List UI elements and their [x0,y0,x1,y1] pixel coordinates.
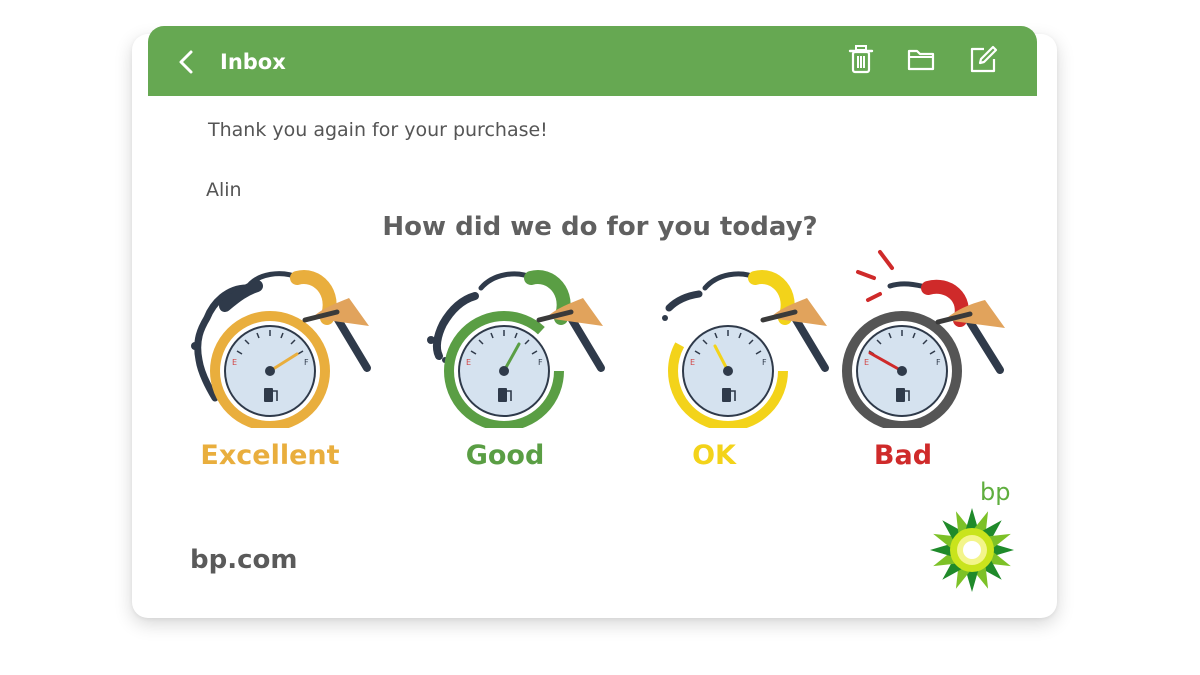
svg-text:F: F [538,358,543,367]
footer-url-link[interactable]: bp.com [190,545,297,575]
rating-label-good[interactable]: Good [405,440,605,471]
rating-label-ok[interactable]: OK [614,440,814,471]
page-title: Inbox [220,50,286,74]
trash-icon[interactable] [846,44,876,74]
svg-text:E: E [466,358,471,367]
svg-text:F: F [304,358,309,367]
ok-rating-gauge[interactable]: E F [645,248,845,428]
back-chevron-icon[interactable] [176,48,198,76]
compose-icon[interactable] [968,44,998,74]
survey-question: How did we do for you today? [382,212,818,242]
svg-text:E: E [232,358,237,367]
folder-icon[interactable] [906,44,936,74]
rating-label-excellent[interactable]: Excellent [170,440,370,471]
svg-text:E: E [864,358,869,367]
bad-rating-gauge[interactable]: E F [840,248,1040,428]
brand-wordmark: bp [980,478,1011,506]
signature-text: Alin [206,179,242,201]
logo-petal [965,508,979,529]
logo-petal [993,543,1014,557]
svg-text:F: F [936,358,941,367]
bp-helios-logo-icon [930,508,1014,592]
svg-text:F: F [762,358,767,367]
good-rating-gauge[interactable]: E F [421,248,621,428]
logo-petal [965,571,979,592]
svg-text:E: E [690,358,695,367]
thank-you-text: Thank you again for your purchase! [208,119,548,141]
rating-label-bad[interactable]: Bad [803,440,1003,471]
excellent-rating-gauge[interactable]: E F [187,248,387,428]
logo-petal [930,543,951,557]
